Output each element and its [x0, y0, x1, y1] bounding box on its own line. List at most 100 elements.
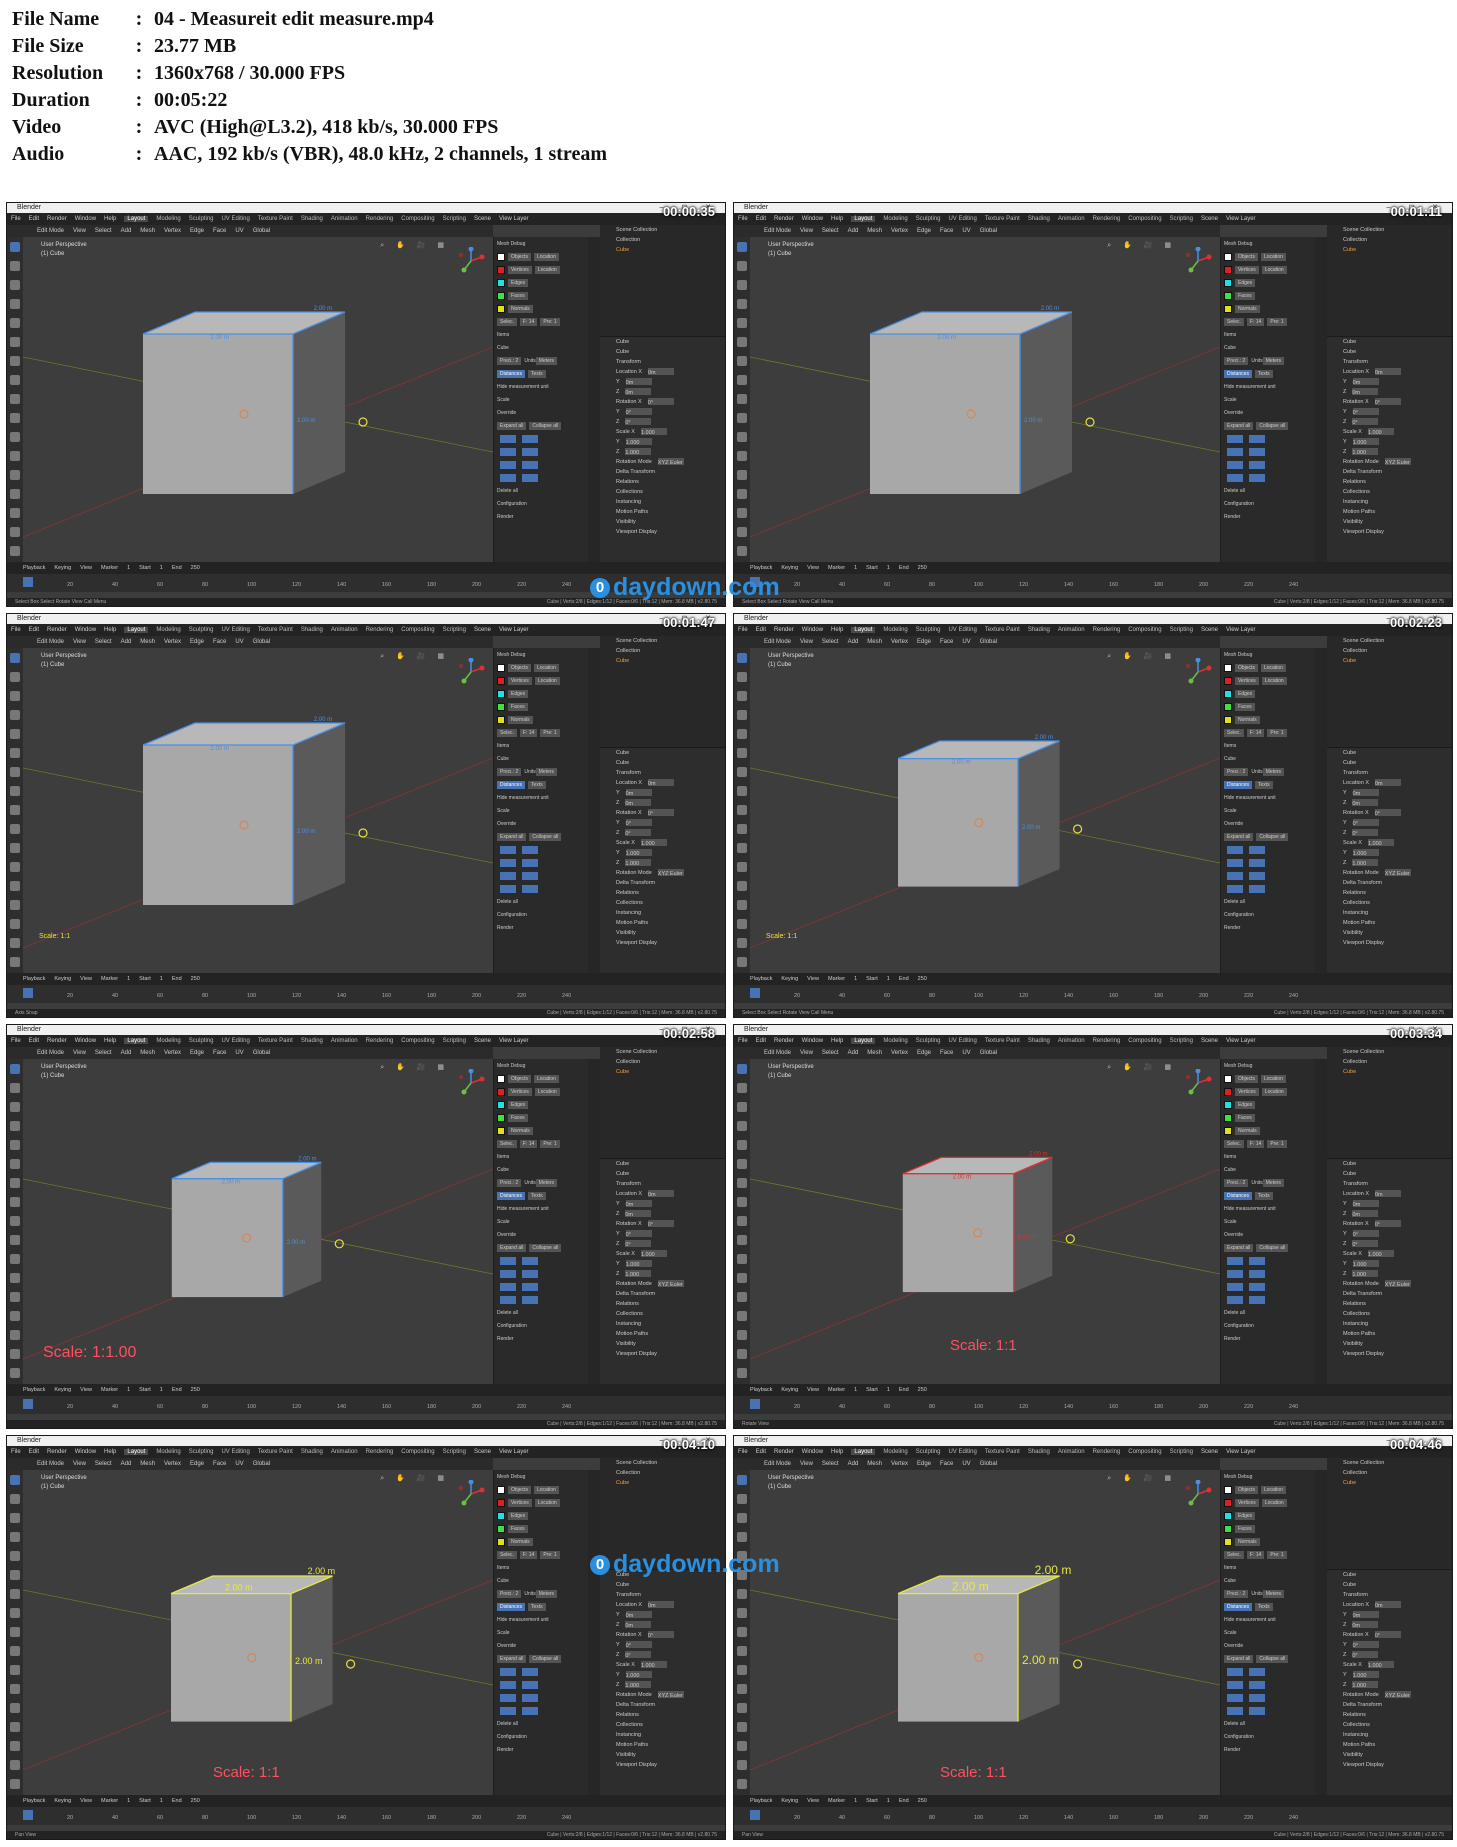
- debug-toggle[interactable]: Edges: [1235, 1101, 1256, 1109]
- transform-value[interactable]: 1.000: [1367, 839, 1394, 847]
- color-swatch[interactable]: [497, 305, 505, 313]
- workspace-tab[interactable]: Modeling: [883, 216, 907, 222]
- transform-value[interactable]: 0m: [625, 388, 652, 396]
- tool-icon[interactable]: [10, 1665, 20, 1675]
- measure-item-row[interactable]: [1224, 1679, 1312, 1691]
- measure-color-field[interactable]: [522, 1707, 538, 1715]
- debug-location-toggle[interactable]: Location: [1261, 1499, 1287, 1507]
- start-field[interactable]: 1: [160, 565, 163, 571]
- props-section[interactable]: Collections: [1327, 487, 1452, 497]
- viewport-menu[interactable]: Vertex: [164, 228, 181, 234]
- props-section[interactable]: Collections: [600, 1309, 725, 1319]
- transform-value[interactable]: 0°: [1352, 829, 1379, 837]
- tool-icon[interactable]: [737, 1330, 747, 1340]
- transform-value[interactable]: 1.000: [1352, 1681, 1379, 1689]
- viewport-menu[interactable]: Vertex: [891, 639, 908, 645]
- render-section[interactable]: Render: [1224, 511, 1312, 523]
- workspace-tab[interactable]: Animation: [331, 1038, 358, 1044]
- frame-field[interactable]: 1: [854, 565, 857, 571]
- mesh-debug-row[interactable]: Edges: [1224, 1510, 1312, 1522]
- workspace-tab[interactable]: Modeling: [156, 1449, 180, 1455]
- font-size-field[interactable]: F: 14: [1246, 729, 1265, 737]
- transform-value[interactable]: 0m: [1352, 789, 1379, 797]
- distances-toggle[interactable]: Distances: [1224, 781, 1252, 789]
- props-object-field[interactable]: Cube: [600, 347, 725, 357]
- props-section[interactable]: Motion Paths: [600, 918, 725, 928]
- viewport-menu[interactable]: Select: [95, 1461, 112, 1467]
- tool-icon[interactable]: [10, 413, 20, 423]
- transform-value[interactable]: 0m: [625, 378, 652, 386]
- debug-toggle[interactable]: Faces: [508, 1114, 528, 1122]
- props-section[interactable]: Motion Paths: [600, 507, 725, 517]
- configuration-section[interactable]: Configuration: [1224, 1731, 1312, 1743]
- viewport-menu[interactable]: Face: [940, 1461, 953, 1467]
- start-field[interactable]: 1: [887, 1798, 890, 1804]
- color-swatch[interactable]: [1224, 1088, 1232, 1096]
- transform-value[interactable]: 0°: [1352, 1641, 1379, 1649]
- measure-item-row[interactable]: [1224, 857, 1312, 869]
- hide-unit-checkbox[interactable]: Hide measurement unit: [497, 792, 585, 804]
- workspace-tab[interactable]: UV Editing: [948, 627, 976, 633]
- tool-icon[interactable]: [737, 1197, 747, 1207]
- mesh-debug-row[interactable]: Normals: [1224, 1125, 1312, 1137]
- items-section[interactable]: Items: [497, 1151, 585, 1163]
- measure-color-field[interactable]: [500, 1668, 516, 1676]
- viewport-menu[interactable]: Vertex: [891, 1050, 908, 1056]
- color-swatch[interactable]: [497, 1088, 505, 1096]
- tool-icon[interactable]: [10, 1140, 20, 1150]
- timeline-menu[interactable]: Keying: [781, 1798, 798, 1804]
- font-size-field[interactable]: F: 14: [1246, 318, 1265, 326]
- debug-location-toggle[interactable]: Location: [534, 266, 560, 274]
- sidebar-tabs[interactable]: [588, 1059, 600, 1384]
- measure-color-field[interactable]: [1249, 885, 1265, 893]
- viewport-menu[interactable]: View: [73, 639, 86, 645]
- measure-color-field[interactable]: [500, 859, 516, 867]
- debug-location-toggle[interactable]: Location: [533, 1486, 559, 1494]
- viewport-menu[interactable]: View: [73, 228, 86, 234]
- props-section[interactable]: Instancing: [600, 1319, 725, 1329]
- tool-icon[interactable]: [737, 527, 747, 537]
- props-section[interactable]: Viewport Display: [600, 1349, 725, 1359]
- viewport-menu[interactable]: View: [73, 1050, 86, 1056]
- tool-icon[interactable]: [10, 1608, 20, 1618]
- transform-value[interactable]: 0°: [1352, 819, 1379, 827]
- transform-value[interactable]: 0°: [625, 1230, 652, 1238]
- configuration-section[interactable]: Configuration: [1224, 1320, 1312, 1332]
- menu-item[interactable]: File: [11, 1449, 21, 1455]
- outliner-collection[interactable]: Collection: [1327, 646, 1452, 656]
- mesh-debug-row[interactable]: Normals: [1224, 303, 1312, 315]
- tool-icon[interactable]: [737, 1475, 747, 1485]
- debug-toggle[interactable]: Faces: [508, 292, 528, 300]
- timeline-menu[interactable]: Marker: [828, 1387, 845, 1393]
- props-section[interactable]: Motion Paths: [1327, 918, 1452, 928]
- hide-unit-checkbox[interactable]: Hide measurement unit: [497, 1203, 585, 1215]
- transform-value[interactable]: 0m: [625, 1621, 652, 1629]
- measure-color-field[interactable]: [1227, 846, 1243, 854]
- scale-checkbox[interactable]: Scale: [497, 1627, 585, 1639]
- debug-toggle[interactable]: Objects: [1235, 1486, 1258, 1494]
- units-selector[interactable]: Meters: [1262, 357, 1285, 365]
- font-size-field[interactable]: F: 14: [1246, 1140, 1265, 1148]
- tool-icon[interactable]: [737, 1159, 747, 1169]
- configuration-section[interactable]: Configuration: [497, 498, 585, 510]
- collapse-all-button[interactable]: Collapse all: [1256, 1244, 1289, 1252]
- debug-location-toggle[interactable]: Location: [533, 253, 559, 261]
- transform-panel[interactable]: Transform: [1327, 768, 1452, 778]
- measure-item-row[interactable]: [497, 1294, 585, 1306]
- props-section[interactable]: Visibility: [1327, 1339, 1452, 1349]
- collapse-all-button[interactable]: Collapse all: [1256, 1655, 1289, 1663]
- sidebar-tabs[interactable]: [1315, 1470, 1327, 1795]
- workspace-tab[interactable]: Texture Paint: [985, 216, 1020, 222]
- mesh-debug-row[interactable]: Faces: [1224, 1112, 1312, 1124]
- rotation-mode-selector[interactable]: XYZ Euler: [1384, 1691, 1411, 1699]
- color-swatch[interactable]: [497, 1101, 505, 1109]
- menu-item[interactable]: Edit: [29, 216, 39, 222]
- measure-item-row[interactable]: [497, 883, 585, 895]
- tool-icon[interactable]: [737, 1741, 747, 1751]
- workspace-tab[interactable]: Sculpting: [189, 216, 214, 222]
- precision-input[interactable]: Preci.: 2: [1224, 357, 1249, 365]
- tool-icon[interactable]: [10, 672, 20, 682]
- viewport-menu[interactable]: Face: [940, 639, 953, 645]
- tool-icon[interactable]: [10, 1703, 20, 1713]
- measure-color-field[interactable]: [1249, 1296, 1265, 1304]
